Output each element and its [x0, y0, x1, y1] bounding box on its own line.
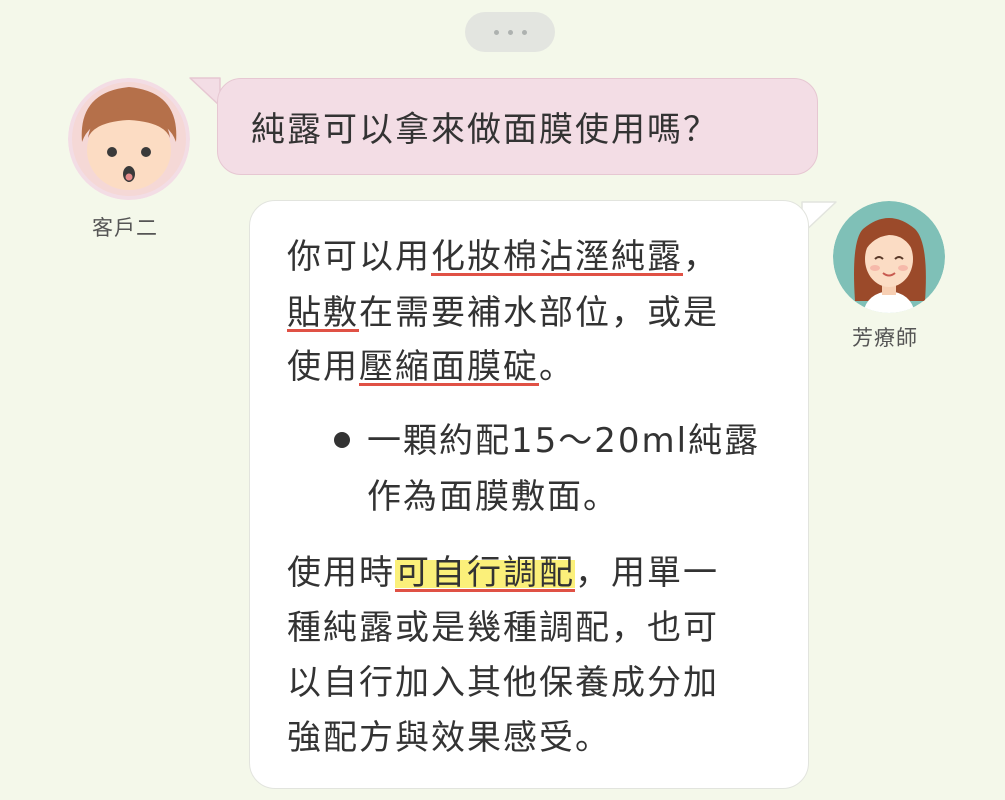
therapist-name: 芳療師: [852, 326, 918, 350]
answer-p2-line2: 種純露或是幾種調配，也可: [287, 608, 719, 648]
more-messages-button[interactable]: [465, 12, 555, 52]
therapist-avatar-icon: [833, 201, 945, 313]
more-dots-icon: [493, 29, 499, 35]
answer-p2-line1: 使用時可自行調配，用單一: [287, 553, 719, 597]
underlined-phrase: 可自行調配: [395, 553, 575, 597]
answer-text: 使用: [287, 347, 359, 387]
answer-text: 。: [539, 347, 575, 387]
answer-text: 使用時: [287, 553, 395, 593]
answer-text: 在需要補水部位，或是: [359, 293, 719, 333]
answer-text: ，: [683, 237, 719, 277]
customer-avatar[interactable]: [68, 78, 190, 200]
customer-name: 客戶二: [92, 216, 158, 240]
customer-avatar-icon: [68, 78, 190, 200]
more-dot: [521, 29, 527, 35]
therapist-avatar[interactable]: [833, 201, 945, 313]
question-text: 純露可以拿來做面膜使用嗎？: [251, 110, 719, 150]
underlined-phrase: 化妝棉沾溼純露: [431, 237, 683, 281]
highlighted-phrase: 可自行調配: [395, 553, 575, 597]
answer-p1-line2: 貼敷在需要補水部位，或是: [287, 293, 719, 337]
answer-p1-line3: 使用壓縮面膜碇。: [287, 347, 575, 391]
bullet-icon: [334, 432, 350, 448]
answer-p1-line1: 你可以用化妝棉沾溼純露，: [287, 237, 719, 281]
underlined-phrase: 貼敷: [287, 293, 359, 337]
bullet-line2: 作為面膜敷面。: [367, 477, 619, 517]
answer-p2-line3: 以自行加入其他保養成分加: [287, 663, 719, 703]
answer-text: 你可以用: [287, 237, 431, 277]
answer-p2-line4: 強配方與效果感受。: [287, 718, 611, 758]
answer-text: ，用單一: [575, 553, 719, 593]
underlined-phrase: 壓縮面膜碇: [359, 347, 539, 391]
more-dot: [507, 29, 513, 35]
answer-bubble: 你可以用化妝棉沾溼純露， 貼敷在需要補水部位，或是 使用壓縮面膜碇。 一顆約配1…: [249, 200, 809, 789]
bullet-line1: 一顆約配15～20ml純露: [367, 421, 761, 461]
question-bubble: 純露可以拿來做面膜使用嗎？: [217, 78, 818, 175]
